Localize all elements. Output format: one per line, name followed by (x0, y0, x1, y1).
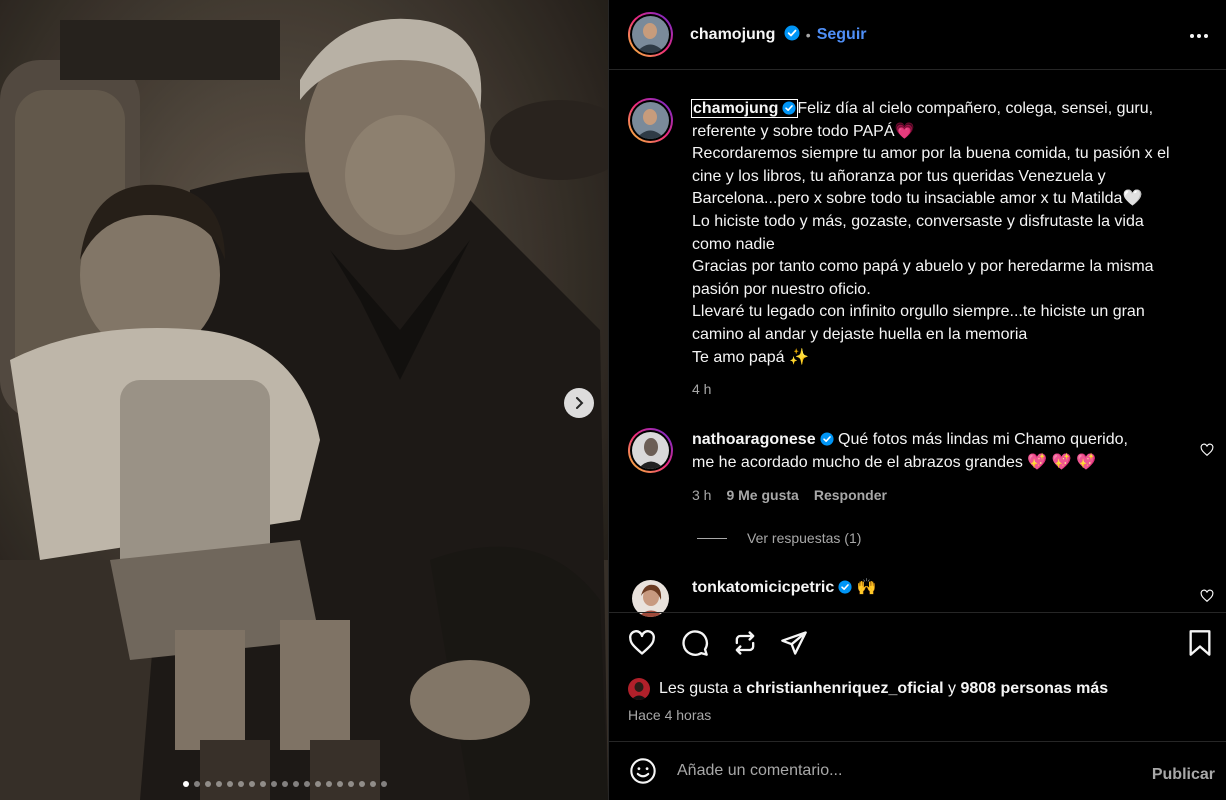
post-action-bar (609, 612, 1226, 672)
caption-line: Gracias por tanto como papá y abuelo y p… (692, 258, 1154, 276)
comment-bubble-icon[interactable] (681, 629, 709, 657)
carousel-dot (194, 781, 200, 787)
verified-badge-icon (820, 432, 834, 446)
carousel-dot (381, 781, 387, 787)
post-timestamp[interactable]: Hace 4 horas (628, 707, 711, 723)
comment-like-heart-icon[interactable] (1200, 589, 1214, 603)
comment-like-heart-icon[interactable] (1200, 443, 1214, 457)
comment-body: nathoaragonese Qué fotos más lindas mi C… (692, 428, 1192, 474)
comment-text: me he acordado mucho de el abrazos grand… (692, 454, 1096, 471)
add-comment-bar: Publicar (609, 741, 1226, 800)
carousel-next-button[interactable] (564, 388, 594, 418)
avatar-photo (632, 16, 669, 53)
carousel-dot (260, 781, 266, 787)
caption-line: referente y sobre todo PAPÁ💗 (692, 122, 915, 140)
caption-line: Feliz día al cielo compañero, colega, se… (797, 100, 1154, 117)
carousel-dot (227, 781, 233, 787)
reply-button[interactable]: Responder (814, 487, 887, 503)
author-username[interactable]: chamojung (690, 25, 800, 44)
separator-dot: • (805, 26, 811, 43)
carousel-dot (271, 781, 277, 787)
comment-time[interactable]: 3 h (692, 487, 711, 503)
liker-username[interactable]: christianhenriquez_oficial (746, 680, 943, 698)
verified-badge-icon (784, 25, 800, 41)
caption-line: pasión por nuestro oficio. (692, 280, 871, 298)
save-bookmark-icon[interactable] (1187, 629, 1213, 657)
carousel-dot (183, 781, 189, 787)
carousel-dot (238, 781, 244, 787)
liker-avatar[interactable] (628, 678, 650, 700)
comment-likes[interactable]: 9 Me gusta (726, 487, 798, 503)
carousel-dot (337, 781, 343, 787)
carousel-dot (205, 781, 211, 787)
caption-author-avatar[interactable] (628, 98, 673, 143)
like-heart-icon[interactable] (628, 629, 656, 657)
comment-avatar[interactable] (628, 428, 673, 473)
carousel-dot (216, 781, 222, 787)
post-media[interactable] (0, 0, 608, 800)
comment-input[interactable] (677, 756, 1117, 786)
carousel-dot (326, 781, 332, 787)
comment-text: 🙌 (856, 579, 877, 596)
likes-prefix: Les gusta a (659, 680, 742, 697)
verified-badge-icon (782, 101, 796, 115)
caption-line: Recordaremos siempre tu amor por la buen… (692, 145, 1170, 163)
repost-icon[interactable] (731, 629, 759, 657)
carousel-dot (293, 781, 299, 787)
caption-line: Barcelona...pero x sobre todo tu insacia… (692, 190, 1143, 208)
caption-line: como nadie (692, 235, 775, 253)
post-photo (0, 0, 608, 800)
comment-text: Qué fotos más lindas mi Chamo querido, (838, 431, 1128, 448)
author-avatar[interactable] (628, 12, 673, 57)
carousel-dot (359, 781, 365, 787)
caption-line: Lo hiciste todo y más, gozaste, conversa… (692, 212, 1144, 230)
publish-button[interactable]: Publicar (1152, 766, 1215, 784)
comment-username[interactable]: nathoaragonese (692, 431, 816, 448)
more-horizontal-icon[interactable] (1188, 25, 1210, 47)
chevron-right-icon (576, 397, 584, 409)
carousel-dot (348, 781, 354, 787)
comment-item: nathoaragonese Qué fotos más lindas mi C… (628, 428, 1218, 474)
avatar-photo (632, 432, 669, 469)
carousel-dot (249, 781, 255, 787)
instagram-post-view: chamojung • Seguir chamojung Feliz día a… (0, 0, 1226, 800)
follow-button[interactable]: Seguir (817, 26, 867, 44)
carousel-dot (282, 781, 288, 787)
carousel-dot (315, 781, 321, 787)
caption-line: cine y los libros, tu añoranza por tus q… (692, 167, 1106, 185)
likes-and: y (948, 680, 957, 697)
post-header: chamojung • Seguir (609, 0, 1226, 70)
view-replies-button[interactable]: Ver respuestas (1) (697, 530, 861, 546)
carousel-dot (304, 781, 310, 787)
likes-summary: Les gusta a christianhenriquez_oficial y… (628, 678, 1108, 700)
caption-line: camino al andar y dejaste huella en la m… (692, 325, 1028, 343)
caption-username[interactable]: chamojung (690, 99, 799, 118)
avatar-photo (632, 102, 669, 139)
verified-badge-icon (838, 580, 852, 594)
comment-username[interactable]: tonkatomicicpetric (692, 579, 834, 596)
post-caption: chamojung Feliz día al cielo compañero, c… (628, 98, 1218, 369)
post-sidebar: chamojung • Seguir chamojung Feliz día a… (608, 0, 1226, 800)
replies-divider (697, 537, 727, 539)
avatar-photo (628, 678, 650, 700)
caption-text: chamojung Feliz día al cielo compañero, c… (690, 98, 1212, 369)
caption-line: Llevaré tu legado con infinito orgullo s… (692, 303, 1145, 321)
share-send-icon[interactable] (780, 629, 808, 657)
comment-meta: 3 h 9 Me gusta Responder (692, 487, 887, 503)
carousel-indicator (183, 781, 387, 787)
emoji-icon[interactable] (629, 757, 657, 785)
carousel-dot (370, 781, 376, 787)
caption-line: Te amo papá ✨ (692, 348, 809, 366)
caption-timestamp[interactable]: 4 h (692, 381, 711, 397)
likes-count[interactable]: 9808 personas más (960, 680, 1108, 698)
